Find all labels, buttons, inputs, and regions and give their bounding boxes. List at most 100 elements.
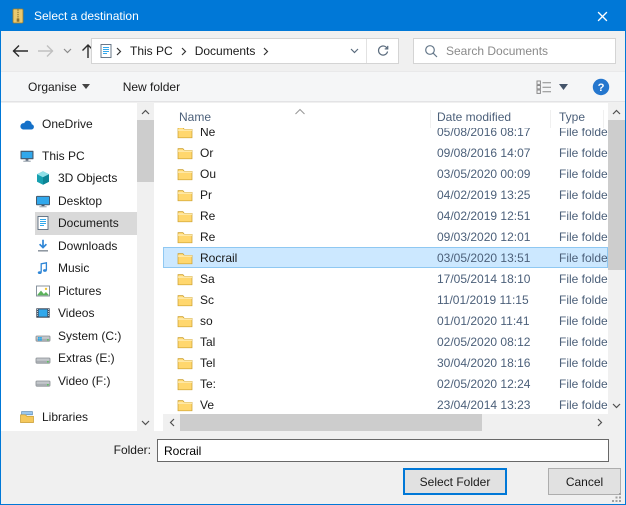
column-header-name[interactable]: Name bbox=[163, 110, 431, 128]
breadcrumb-item[interactable]: Documents bbox=[189, 44, 262, 58]
sidebar-item-label: Music bbox=[58, 261, 89, 275]
scroll-down-icon[interactable] bbox=[608, 397, 625, 414]
scroll-down-icon[interactable] bbox=[137, 414, 154, 431]
resize-grip[interactable] bbox=[612, 491, 622, 501]
address-bar[interactable]: This PC Documents bbox=[91, 38, 399, 64]
chevron-right-icon[interactable] bbox=[261, 47, 271, 56]
sidebar-item-onedrive[interactable]: OneDrive bbox=[1, 113, 137, 136]
sidebar-item-this-pc[interactable]: This PC bbox=[1, 145, 137, 168]
folder-name: Re bbox=[200, 209, 215, 223]
table-row[interactable]: Tel30/04/2020 18:16File folder bbox=[163, 352, 608, 373]
table-row[interactable]: Sc11/01/2019 11:15File folder bbox=[163, 289, 608, 310]
list-vertical-scrollbar[interactable] bbox=[608, 103, 625, 414]
row-name-cell: Sc bbox=[163, 293, 431, 307]
new-folder-label: New folder bbox=[123, 80, 180, 94]
breadcrumb-item[interactable]: This PC bbox=[124, 44, 179, 58]
scroll-up-icon[interactable] bbox=[608, 103, 625, 120]
sidebar-item-music[interactable]: Music bbox=[1, 257, 137, 280]
window-title: Select a destination bbox=[34, 9, 139, 23]
folder-icon bbox=[177, 209, 193, 223]
sidebar-item-label: Video (F:) bbox=[58, 374, 110, 388]
navigation-bar: This PC Documents bbox=[1, 31, 625, 71]
table-row[interactable]: Ou03/05/2020 00:09File folder bbox=[163, 163, 608, 184]
sidebar-item-content: Desktop bbox=[35, 190, 137, 213]
type-cell: File folder bbox=[551, 230, 608, 244]
folder-name: Te: bbox=[200, 377, 216, 391]
table-row[interactable]: Sa17/05/2014 18:10File folder bbox=[163, 268, 608, 289]
recent-locations-button[interactable] bbox=[59, 38, 75, 64]
sidebar-item-label: This PC bbox=[42, 149, 85, 163]
table-row[interactable]: Te:02/05/2020 12:24File folder bbox=[163, 373, 608, 394]
new-folder-button[interactable]: New folder bbox=[123, 80, 180, 94]
navigation-pane: OneDrive This PC 3D Objects DesktopDocument… bbox=[1, 103, 137, 431]
scroll-up-icon[interactable] bbox=[137, 103, 154, 120]
sidebar-item-3d-objects[interactable]: 3D Objects bbox=[1, 167, 137, 190]
horizontal-scrollbar-thumb[interactable] bbox=[180, 414, 482, 431]
table-row[interactable]: Tal02/05/2020 08:12File folder bbox=[163, 331, 608, 352]
column-header-type[interactable]: Type bbox=[551, 110, 604, 128]
type-cell: File folder bbox=[551, 272, 608, 286]
type-cell: File folder bbox=[551, 356, 608, 370]
sidebar-item-downloads[interactable]: Downloads bbox=[1, 235, 137, 258]
music-note-icon bbox=[35, 260, 51, 276]
folder-icon bbox=[177, 146, 193, 160]
folder-icon bbox=[177, 356, 193, 370]
chevron-down-icon bbox=[350, 48, 359, 54]
chevron-right-icon[interactable] bbox=[179, 47, 189, 56]
sidebar-item-system-c[interactable]: System (C:) bbox=[1, 325, 137, 348]
table-row[interactable]: Ve23/04/2014 13:23File folder bbox=[163, 394, 608, 414]
sidebar-item-label: 3D Objects bbox=[58, 171, 117, 185]
folder-icon bbox=[177, 293, 193, 307]
scroll-left-icon[interactable] bbox=[163, 414, 180, 431]
type-cell: File folder bbox=[551, 335, 608, 349]
sidebar-item-documents[interactable]: Documents bbox=[1, 212, 137, 235]
sidebar-item-content: Music bbox=[35, 257, 137, 280]
sidebar-item-videos[interactable]: Videos bbox=[1, 302, 137, 325]
folder-icon bbox=[177, 335, 193, 349]
sidebar-item-video-f[interactable]: Video (F:) bbox=[1, 370, 137, 393]
folder-icon bbox=[177, 398, 193, 412]
close-button[interactable] bbox=[580, 1, 625, 31]
column-headers: Name Date modified Type bbox=[163, 103, 608, 128]
dropdown-caret-icon bbox=[82, 84, 90, 89]
address-dropdown-button[interactable] bbox=[342, 39, 366, 63]
scroll-right-icon[interactable] bbox=[591, 414, 608, 431]
table-row[interactable]: Rocrail03/05/2020 13:51File folder bbox=[163, 247, 608, 268]
sidebar-scrollbar-thumb[interactable] bbox=[137, 120, 154, 182]
cancel-button[interactable]: Cancel bbox=[548, 468, 621, 495]
back-button[interactable] bbox=[7, 38, 33, 64]
refresh-button[interactable] bbox=[366, 39, 398, 63]
table-row[interactable]: so01/01/2020 11:41File folder bbox=[163, 310, 608, 331]
chevron-right-icon[interactable] bbox=[114, 47, 124, 56]
forward-button[interactable] bbox=[33, 38, 59, 64]
folder-icon bbox=[177, 314, 193, 328]
column-header-date-modified[interactable]: Date modified bbox=[431, 110, 551, 128]
sidebar-item-desktop[interactable]: Desktop bbox=[1, 190, 137, 213]
list-scrollbar-thumb[interactable] bbox=[608, 120, 625, 270]
table-row[interactable]: Ne05/08/2016 08:17File folder bbox=[163, 128, 608, 142]
change-view-button[interactable] bbox=[536, 80, 568, 94]
search-input[interactable] bbox=[446, 44, 615, 58]
table-row[interactable]: Pr04/02/2019 13:25File folder bbox=[163, 184, 608, 205]
table-row[interactable]: Re04/02/2019 12:51File folder bbox=[163, 205, 608, 226]
help-button[interactable]: ? bbox=[592, 78, 610, 96]
scrollbar-corner bbox=[608, 414, 625, 431]
table-row[interactable]: Or09/08/2016 14:07File folder bbox=[163, 142, 608, 163]
drive-windows-icon bbox=[35, 328, 51, 344]
sidebar-item-pictures[interactable]: Pictures bbox=[1, 280, 137, 303]
sidebar-item-label: Extras (E:) bbox=[58, 351, 115, 365]
folder-name-input[interactable] bbox=[157, 439, 609, 462]
list-horizontal-scrollbar[interactable] bbox=[163, 414, 608, 431]
select-folder-button[interactable]: Select Folder bbox=[403, 468, 507, 495]
sidebar-scrollbar[interactable] bbox=[137, 103, 154, 431]
table-row[interactable]: Re09/03/2020 12:01File folder bbox=[163, 226, 608, 247]
sidebar-item-extras-e[interactable]: Extras (E:) bbox=[1, 347, 137, 370]
folder-name: Rocrail bbox=[200, 251, 237, 265]
onedrive-cloud-icon bbox=[19, 116, 35, 132]
row-name-cell: so bbox=[163, 314, 431, 328]
search-box[interactable] bbox=[413, 38, 616, 64]
organise-button[interactable]: Organise bbox=[28, 80, 90, 94]
zip-app-icon bbox=[10, 8, 26, 24]
folder-name: Ve bbox=[200, 398, 214, 412]
sidebar-item-libraries[interactable]: Libraries bbox=[1, 406, 137, 429]
